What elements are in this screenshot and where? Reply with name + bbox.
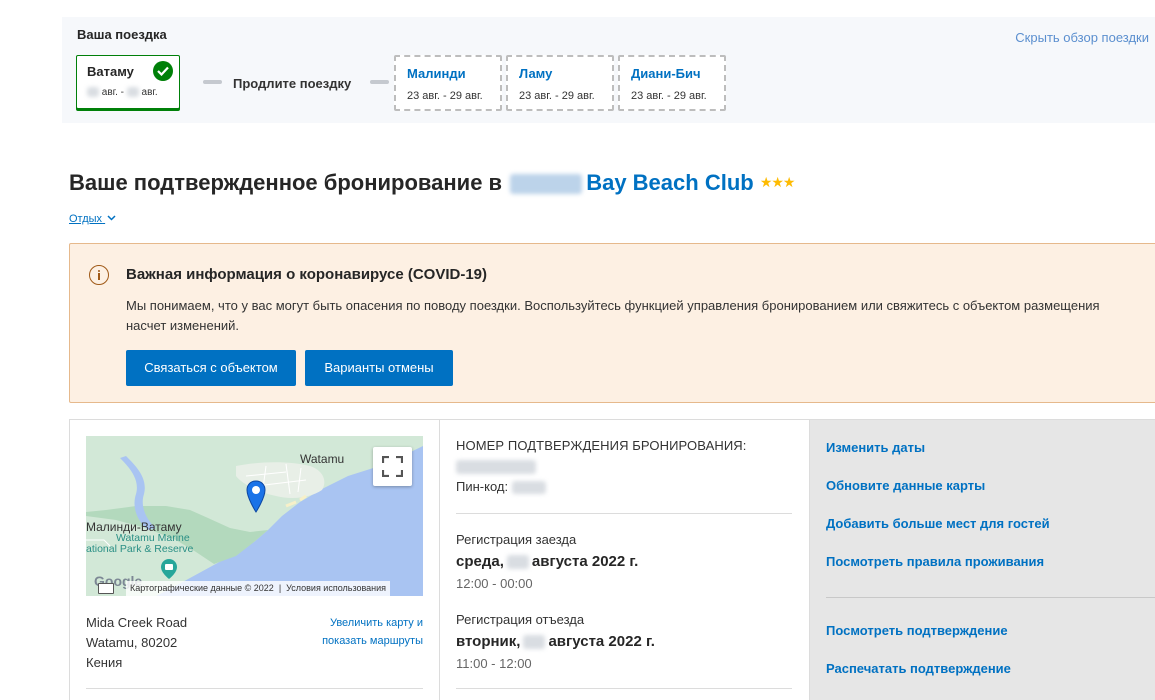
page-title: Ваше подтвержденное бронирование в Bay B… <box>69 170 796 195</box>
suggestion-dates: 23 авг. - 29 авг. <box>407 90 483 102</box>
map-terms-link[interactable]: Условия использования <box>286 583 386 593</box>
view-confirmation-link[interactable]: Посмотреть подтверждение <box>826 623 1008 638</box>
confirmation-number-value <box>456 458 536 476</box>
map-attribution: Картографические данные © 2022 | Условия… <box>126 581 391 596</box>
checkout-label: Регистрация отъезда <box>456 612 585 627</box>
holiday-dropdown[interactable]: Отдых <box>69 213 116 225</box>
location-map[interactable]: Watamu Малинди-Ватаму Watamu Marine atio… <box>86 436 423 596</box>
chevron-down-icon <box>107 215 116 221</box>
trip-stop-name: Ватаму <box>87 64 134 79</box>
contact-property-button[interactable]: Связаться с объектом <box>126 350 296 386</box>
extend-trip-label: Продлите поездку <box>233 76 352 91</box>
fullscreen-icon <box>382 456 403 477</box>
suggestion-name: Ламу <box>519 66 553 81</box>
booking-info-column: НОМЕР ПОДТВЕРЖДЕНИЯ БРОНИРОВАНИЯ: Пин-ко… <box>439 420 809 700</box>
blurred-text <box>510 174 583 195</box>
covid-title: Важная информация о коронавирусе (COVID-… <box>126 266 488 283</box>
checkin-date: среда, августа 2022 г. <box>456 553 639 570</box>
trip-stop-dates: авг. - авг. <box>87 87 158 98</box>
trip-title: Ваша поездка <box>77 27 167 42</box>
keyboard-shortcuts-icon[interactable] <box>98 583 114 594</box>
divider <box>456 688 792 689</box>
checkout-date: вторник, августа 2022 г. <box>456 633 655 650</box>
update-card-link[interactable]: Обновите данные карты <box>826 478 985 493</box>
hide-trip-overview-link[interactable]: Скрыть обзор поездки <box>1015 30 1149 45</box>
enlarge-map-link[interactable]: Увеличить карту и показать маршруты <box>303 614 423 650</box>
info-icon <box>89 265 109 285</box>
checkmark-icon <box>153 61 173 81</box>
hotel-name-link[interactable]: Bay Beach Club <box>586 170 754 195</box>
map-park-label: ational Park & Reserve <box>86 543 194 555</box>
checkout-time: 11:00 - 12:00 <box>456 656 532 671</box>
map-town-label: Watamu <box>300 452 345 466</box>
covid-text: Мы понимаем, что у вас могут быть опасен… <box>126 298 1100 333</box>
print-confirmation-link[interactable]: Распечатать подтверждение <box>826 661 1011 676</box>
booking-details-panel: Watamu Малинди-Ватаму Watamu Marine atio… <box>69 419 1155 700</box>
actions-column: Изменить даты Обновите данные карты Доба… <box>809 420 1155 700</box>
divider <box>86 688 423 689</box>
trip-connector <box>370 80 389 84</box>
fullscreen-button[interactable] <box>373 447 412 486</box>
trip-suggestion-lamu[interactable]: Ламу 23 авг. - 29 авг. <box>506 55 614 111</box>
star-rating: ★★★ <box>759 174 796 190</box>
cancellation-options-button[interactable]: Варианты отмены <box>305 350 453 386</box>
property-address: Mida Creek Road Watamu, 80202 Кения <box>86 615 188 670</box>
suggestion-dates: 23 авг. - 29 авг. <box>631 90 707 102</box>
suggestion-name: Диани-Бич <box>631 66 701 81</box>
checkin-label: Регистрация заезда <box>456 532 577 547</box>
trip-suggestion-diani[interactable]: Диани-Бич 23 авг. - 29 авг. <box>618 55 726 111</box>
suggestion-name: Малинди <box>407 66 466 81</box>
confirmation-number-label: НОМЕР ПОДТВЕРЖДЕНИЯ БРОНИРОВАНИЯ: <box>456 438 747 453</box>
location-pin-icon[interactable] <box>246 480 266 514</box>
suggestion-dates: 23 авг. - 29 авг. <box>519 90 595 102</box>
covid-notice: Важная информация о коронавирусе (COVID-… <box>69 243 1155 403</box>
divider <box>826 597 1155 598</box>
checkin-time: 12:00 - 00:00 <box>456 576 533 591</box>
trip-overview: Ваша поездка Скрыть обзор поездки Ватаму… <box>62 17 1155 123</box>
park-marker-icon <box>161 559 177 579</box>
location-column: Watamu Малинди-Ватаму Watamu Marine atio… <box>70 420 439 700</box>
trip-stop-current[interactable]: Ватаму авг. - авг. <box>76 55 180 109</box>
change-dates-link[interactable]: Изменить даты <box>826 440 925 455</box>
view-rules-link[interactable]: Посмотреть правила проживания <box>826 554 1044 569</box>
pin-code: Пин-код: <box>456 479 546 495</box>
trip-suggestion-malindi[interactable]: Малинди 23 авг. - 29 авг. <box>394 55 502 111</box>
trip-connector <box>203 80 222 84</box>
divider <box>456 513 792 514</box>
add-guests-link[interactable]: Добавить больше мест для гостей <box>826 516 1050 531</box>
